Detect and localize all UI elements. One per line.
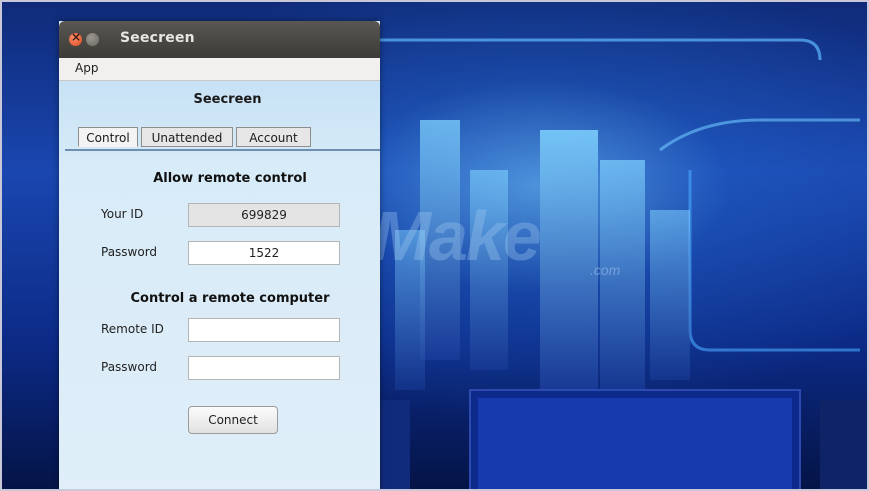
control-remote-heading: Control a remote computer xyxy=(130,291,330,306)
main-panel: Seecreen Control Unattended Account Allo… xyxy=(59,81,380,491)
close-icon[interactable] xyxy=(69,30,82,46)
connect-button[interactable]: Connect xyxy=(188,406,278,434)
remote-password-label: Password xyxy=(101,360,158,374)
menu-app[interactable]: App xyxy=(59,58,98,75)
minimize-icon[interactable] xyxy=(86,33,99,46)
menu-bar: App xyxy=(59,58,380,81)
app-title: Seecreen xyxy=(193,92,262,107)
tab-divider xyxy=(65,149,380,151)
tab-unattended[interactable]: Unattended xyxy=(141,127,233,147)
remote-password-input[interactable] xyxy=(188,356,340,380)
password-label: Password xyxy=(101,245,158,259)
remote-id-input[interactable] xyxy=(188,318,340,342)
tab-control[interactable]: Control xyxy=(78,127,138,147)
your-id-label: Your ID xyxy=(101,207,144,221)
window-titlebar[interactable]: Seecreen xyxy=(59,21,380,58)
seecreen-window: Seecreen App Seecreen Control Unattended… xyxy=(59,21,380,491)
allow-remote-heading: Allow remote control xyxy=(153,171,307,186)
window-title: Seecreen xyxy=(120,30,195,46)
tab-account[interactable]: Account xyxy=(236,127,311,147)
password-display[interactable]: 1522 xyxy=(188,241,340,265)
remote-id-label: Remote ID xyxy=(101,322,164,336)
your-id-field: 699829 xyxy=(188,203,340,227)
